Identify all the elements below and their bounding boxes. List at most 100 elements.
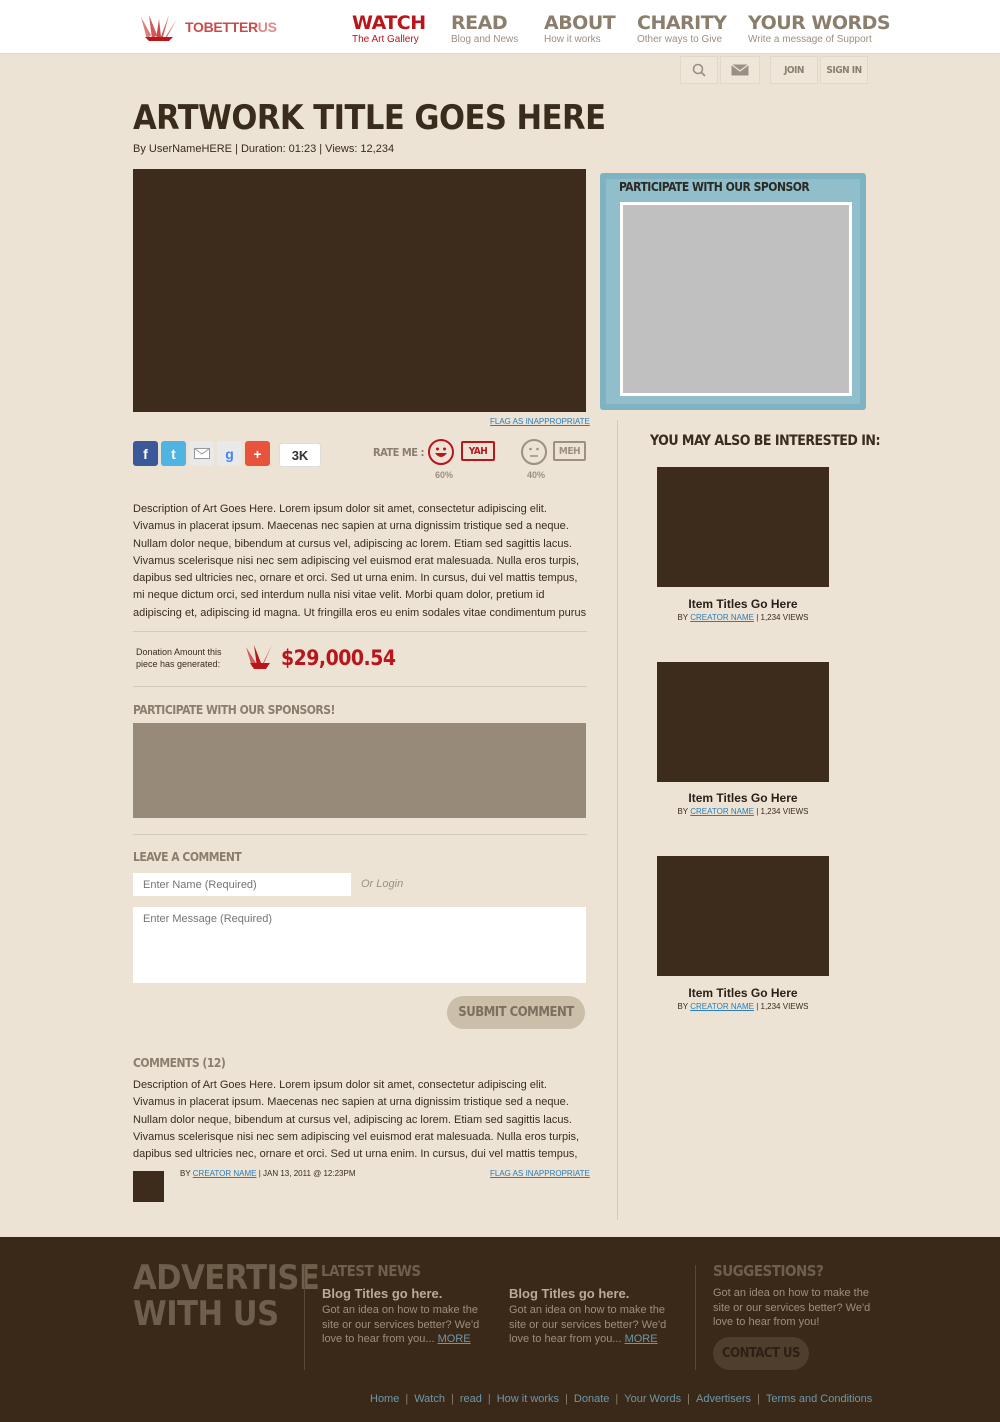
footer-links: Home | Watch | read | How it works | Donate |… <box>370 1393 873 1405</box>
nav-about[interactable]: ABOUT How it works <box>544 12 616 46</box>
item-meta: BY CREATOR NAME | 1,234 VIEWS <box>657 807 829 816</box>
search-icon <box>692 63 706 77</box>
blog-more-link[interactable]: MORE <box>625 1333 658 1345</box>
rate-label: RATE ME : <box>373 446 424 459</box>
crane-donation-icon <box>246 645 272 669</box>
item-by: BY <box>677 807 688 816</box>
blog-excerpt: Got an idea on how to make the site or o… <box>509 1303 679 1347</box>
blog-title[interactable]: Blog Titles go here. <box>509 1286 629 1301</box>
artwork-description: Description of Art Goes Here. Lorem ipsu… <box>133 503 587 619</box>
flag-inappropriate-link[interactable]: FLAG AS INAPPROPRIATE <box>490 417 590 426</box>
footer-link-terms[interactable]: Terms and Conditions <box>766 1393 872 1405</box>
nav-charity[interactable]: CHARITY Other ways to Give <box>637 12 727 46</box>
happy-face-icon[interactable] <box>428 439 454 465</box>
google-icon[interactable]: g <box>217 441 242 466</box>
video-player[interactable] <box>133 169 586 412</box>
crane-logo-icon <box>141 15 177 41</box>
sponsors-ad-slot[interactable] <box>133 723 586 818</box>
blog-title[interactable]: Blog Titles go here. <box>322 1286 442 1301</box>
item-author-link[interactable]: CREATOR NAME <box>690 807 754 816</box>
footer-link-donate[interactable]: Donate <box>574 1393 609 1405</box>
footer-link-watch[interactable]: Watch <box>414 1393 445 1405</box>
nav-title: READ <box>451 12 508 34</box>
nav-subtitle: Blog and News <box>451 34 519 45</box>
or-login-link[interactable]: Or Login <box>361 878 403 890</box>
footer-link-home[interactable]: Home <box>370 1393 399 1405</box>
logo-text-accent: US <box>257 19 277 35</box>
column-divider <box>617 420 618 1220</box>
comment-meta: BY CREATOR NAME | JAN 13, 2011 @ 12:23PM <box>180 1169 356 1178</box>
donation-label: Donation Amount this piece has generated… <box>136 647 222 669</box>
divider <box>133 686 587 687</box>
item-title[interactable]: Item Titles Go Here <box>657 597 829 611</box>
item-meta: BY CREATOR NAME | 1,234 VIEWS <box>657 1002 829 1011</box>
blog-more-link[interactable]: MORE <box>438 1333 471 1345</box>
item-thumbnail[interactable] <box>657 662 829 782</box>
neutral-face-icon[interactable] <box>521 439 547 465</box>
donation-amount: $29,000.54 <box>281 646 396 670</box>
search-button[interactable] <box>680 56 718 84</box>
comment-by: BY <box>180 1169 191 1178</box>
share-count: 3K <box>279 443 321 467</box>
sponsor-ad-slot[interactable] <box>620 202 852 396</box>
item-author-link[interactable]: CREATOR NAME <box>690 1002 754 1011</box>
join-label: JOIN <box>784 64 804 76</box>
sponsors-section-title: PARTICIPATE WITH OUR SPONSORS! <box>133 703 335 717</box>
nav-title: CHARITY <box>637 12 727 34</box>
footer-link-advertisers[interactable]: Advertisers <box>696 1393 751 1405</box>
site-logo[interactable]: TOBETTERUS <box>139 13 277 41</box>
item-thumbnail[interactable] <box>657 467 829 587</box>
footer-link-your-words[interactable]: Your Words <box>624 1393 681 1405</box>
item-title[interactable]: Item Titles Go Here <box>657 986 829 1000</box>
interested-title: YOU MAY ALSO BE INTERESTED IN: <box>650 433 881 449</box>
yah-percent: 60% <box>435 470 454 480</box>
sponsor-box: PARTICIPATE WITH OUR SPONSOR <box>600 173 866 410</box>
twitter-icon[interactable]: t <box>161 441 186 466</box>
item-title[interactable]: Item Titles Go Here <box>657 791 829 805</box>
item-author-link[interactable]: CREATOR NAME <box>690 613 754 622</box>
footer-divider <box>695 1265 696 1370</box>
name-input[interactable] <box>133 873 351 896</box>
footer-link-read[interactable]: read <box>460 1393 482 1405</box>
artwork-title: ARTWORK TITLE GOES HERE <box>133 98 606 138</box>
advertise-heading[interactable]: ADVERTISE WITH US <box>133 1260 320 1332</box>
mail-icon <box>731 64 749 76</box>
nav-read[interactable]: READ Blog and News <box>451 12 518 46</box>
nav-title: YOUR WORDS <box>748 12 891 34</box>
signin-button[interactable]: SIGN IN <box>820 56 868 84</box>
site-header: TOBETTERUS WATCH The Art Gallery READ Bl… <box>0 0 1000 54</box>
message-input[interactable] <box>133 907 586 983</box>
divider <box>133 834 587 835</box>
comment-date: | JAN 13, 2011 @ 12:23PM <box>258 1169 356 1178</box>
comment-form-title: LEAVE A COMMENT <box>133 850 242 864</box>
email-share-icon[interactable] <box>189 441 214 466</box>
nav-watch[interactable]: WATCH The Art Gallery <box>352 12 426 46</box>
nav-subtitle: Other ways to Give <box>637 34 723 45</box>
item-views: | 1,234 VIEWS <box>756 613 809 622</box>
add-share-icon[interactable]: + <box>245 441 270 466</box>
sponsor-box-label: PARTICIPATE WITH OUR SPONSOR <box>619 180 810 194</box>
comment-flag-link[interactable]: FLAG AS INAPPROPRIATE <box>490 1169 590 1178</box>
latest-news-title: LATEST NEWS <box>321 1262 421 1280</box>
yah-button[interactable]: YAH <box>461 441 495 461</box>
meh-button[interactable]: MEH <box>553 441 586 461</box>
artwork-byline: By UserNameHERE | Duration: 01:23 | View… <box>133 143 395 155</box>
item-thumbnail[interactable] <box>657 856 829 976</box>
comment-author-link[interactable]: CREATOR NAME <box>193 1169 257 1178</box>
submit-comment-button[interactable]: SUBMIT COMMENT <box>447 996 585 1029</box>
join-button[interactable]: JOIN <box>770 56 818 84</box>
nav-subtitle: How it works <box>544 34 601 45</box>
facebook-icon[interactable]: f <box>133 441 158 466</box>
suggestions-title: SUGGESTIONS? <box>713 1262 824 1280</box>
contact-us-button[interactable]: CONTACT US <box>713 1337 809 1370</box>
suggestions-text: Got an idea on how to make the site or o… <box>713 1287 871 1328</box>
nav-your-words[interactable]: YOUR WORDS Write a message of Support <box>748 12 891 46</box>
avatar[interactable] <box>133 1171 164 1202</box>
mail-button[interactable] <box>720 56 760 84</box>
footer-link-how-it-works[interactable]: How it works <box>497 1393 559 1405</box>
item-meta: BY CREATOR NAME | 1,234 VIEWS <box>657 613 829 622</box>
signin-label: SIGN IN <box>826 64 862 76</box>
item-by: BY <box>677 1002 688 1011</box>
nav-subtitle: The Art Gallery <box>352 34 419 45</box>
nav-title: ABOUT <box>544 12 616 34</box>
